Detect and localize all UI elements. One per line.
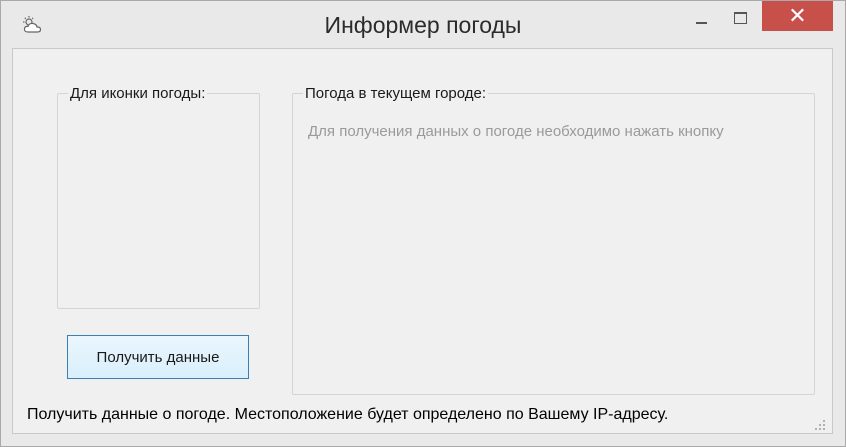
maximize-button[interactable] (725, 7, 755, 29)
get-data-button-label: Получить данные (96, 348, 220, 366)
current-weather-group-label: Погода в текущем городе: (303, 85, 489, 102)
resize-grip-icon[interactable] (814, 419, 826, 431)
app-window: Информер погоды ✕ Для иконки погоды: Пог… (0, 0, 846, 447)
weather-icon-groupbox: Для иконки погоды: (57, 85, 260, 309)
get-data-button[interactable]: Получить данные (67, 335, 249, 379)
title-bar[interactable]: Информер погоды ✕ (1, 1, 845, 48)
window-title: Информер погоды (324, 12, 522, 38)
minimize-button[interactable] (687, 7, 717, 29)
current-weather-groupbox: Погода в текущем городе: Для получения д… (292, 85, 815, 395)
status-text: Получить данные о погоде. Местоположение… (27, 406, 669, 423)
close-icon: ✕ (788, 3, 807, 29)
weather-icon-group-label: Для иконки погоды: (68, 85, 208, 102)
weather-info-text: Для получения данных о погоде необходимо… (308, 123, 724, 140)
close-button[interactable]: ✕ (762, 1, 833, 31)
client-area: Для иконки погоды: Погода в текущем горо… (12, 48, 833, 434)
